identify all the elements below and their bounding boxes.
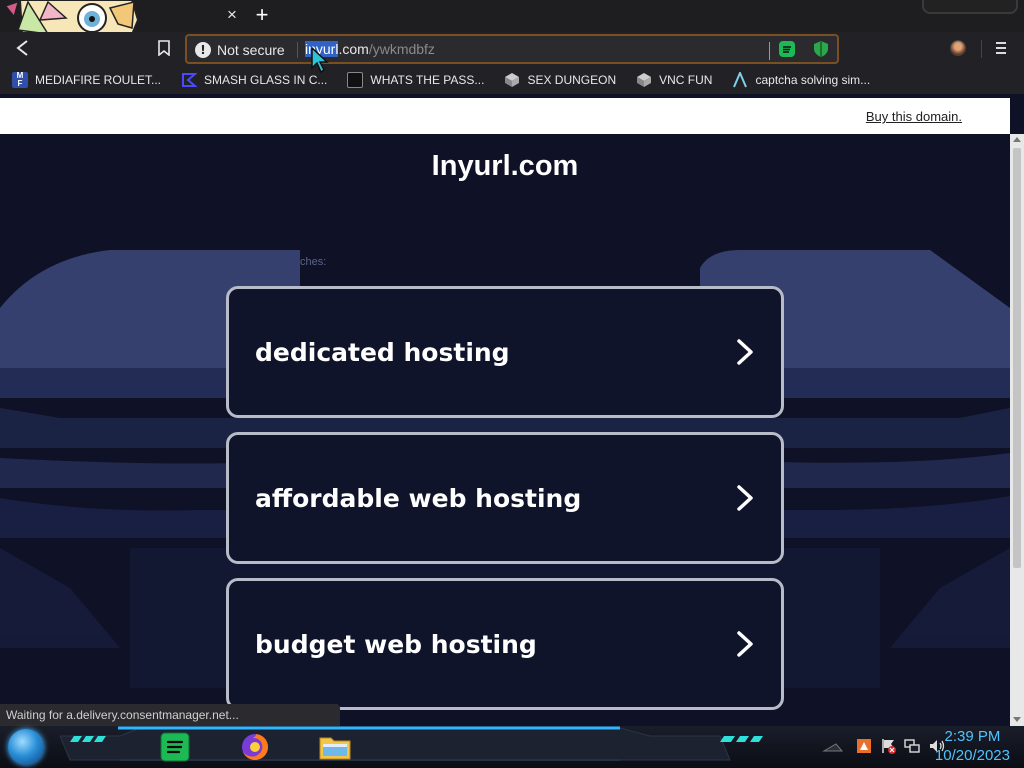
spotify-taskbar-button[interactable] <box>156 730 194 764</box>
screen: × + ! Not secure inyurl.com/ywkmdbfz M F… <box>0 0 1024 768</box>
show-hidden-icons-icon[interactable] <box>822 740 844 754</box>
bookmarks-bar: MF MEDIAFIRE ROULET... SMASH GLASS IN C.… <box>0 66 1024 94</box>
update-alert-icon[interactable] <box>856 738 872 754</box>
dungeon-icon <box>505 73 520 87</box>
captcha-icon <box>733 72 748 88</box>
bookmark-item[interactable]: WHATS THE PASS... <box>335 67 492 93</box>
card-label: affordable web hosting <box>255 483 582 513</box>
info-icon: ! <box>195 42 211 58</box>
bookmark-label: VNC FUN <box>659 73 713 87</box>
security-label: Not secure <box>217 42 285 58</box>
back-arrow-icon <box>16 40 28 56</box>
firefox-icon <box>242 734 268 760</box>
toolbar-divider <box>981 40 982 58</box>
mediafire-icon: MF <box>12 72 28 88</box>
clock-date: 10/20/2023 <box>934 747 1010 764</box>
page-scrollbar[interactable] <box>1010 134 1024 726</box>
vnc-icon <box>637 73 652 87</box>
omnibox-separator <box>297 42 298 58</box>
spotify-icon <box>160 732 190 762</box>
bookmark-label: MEDIAFIRE ROULET... <box>35 73 162 87</box>
window-frame-ornament <box>922 0 1018 14</box>
bookmark-item[interactable]: MF MEDIAFIRE ROULET... <box>0 67 169 93</box>
spotify-extension-icon[interactable] <box>779 41 795 57</box>
extensions-separator <box>769 42 770 60</box>
loading-status-text: Waiting for a.delivery.consentmanager.ne… <box>0 704 340 726</box>
file-explorer-taskbar-button[interactable] <box>316 730 354 764</box>
back-button[interactable] <box>14 39 32 57</box>
card-label: budget web hosting <box>255 629 537 659</box>
bookmark-item[interactable]: SEX DUNGEON <box>492 67 624 93</box>
url-path: /ywkmdbfz <box>368 41 435 57</box>
browser-toolbar: ! Not secure inyurl.com/ywkmdbfz <box>0 32 1024 66</box>
bookmark-label: captcha solving sim... <box>755 73 871 87</box>
bookmark-label: SEX DUNGEON <box>527 73 617 87</box>
chevron-right-icon <box>737 631 753 657</box>
profile-avatar[interactable] <box>950 40 966 56</box>
address-bar[interactable]: ! Not secure inyurl.com/ywkmdbfz <box>185 34 839 64</box>
tab-close-icon[interactable]: × <box>224 6 240 24</box>
mouse-cursor-icon <box>311 46 329 74</box>
web-page: Buy this domain. Inyurl.com ches: dedica… <box>0 98 1010 726</box>
search-result-card[interactable]: budget web hosting <box>226 578 784 710</box>
action-center-flag-icon[interactable] <box>880 738 896 754</box>
bookmark-item[interactable]: VNC FUN <box>624 67 720 93</box>
start-button[interactable] <box>8 729 44 765</box>
bookmark-label: SMASH GLASS IN C... <box>204 73 328 87</box>
domain-sale-bar: Buy this domain. <box>0 98 1010 134</box>
chevron-right-icon <box>737 485 753 511</box>
bookmark-page-button[interactable] <box>156 40 172 57</box>
bookmark-icon <box>158 40 170 57</box>
taskbar-clock[interactable]: 2:39 PM 10/20/2023 <box>935 727 1010 765</box>
search-result-card[interactable]: affordable web hosting <box>226 432 784 564</box>
bookmark-item[interactable]: captcha solving sim... <box>720 67 878 93</box>
smash-icon <box>182 73 198 87</box>
search-result-card[interactable]: dedicated hosting <box>226 286 784 418</box>
site-info-button[interactable]: ! Not secure <box>195 40 285 60</box>
folder-icon <box>319 737 351 760</box>
url-host-tld: .com <box>338 41 369 57</box>
chevron-right-icon <box>737 339 753 365</box>
new-tab-button[interactable]: + <box>252 4 272 26</box>
scroll-thumb[interactable] <box>1013 148 1021 568</box>
clock-time: 2:39 PM <box>944 728 1001 745</box>
bookmark-label: WHATS THE PASS... <box>370 73 485 87</box>
related-searches-label: ches: <box>300 256 327 268</box>
taskbar: 2:39 PM 10/20/2023 <box>0 726 1024 768</box>
network-icon[interactable] <box>904 738 920 754</box>
firefox-taskbar-button[interactable] <box>236 730 274 764</box>
buy-domain-link[interactable]: Buy this domain. <box>866 109 962 124</box>
page-title: Inyurl.com <box>431 150 579 182</box>
pass-icon <box>347 72 364 88</box>
browser-menu-icon[interactable] <box>996 39 1008 59</box>
tab-strip: × + <box>0 0 1024 64</box>
card-label: dedicated hosting <box>255 337 510 367</box>
taskbar-lights-decoration <box>722 736 763 742</box>
shield-extension-icon[interactable] <box>813 40 829 58</box>
scroll-up-icon[interactable] <box>1013 137 1021 142</box>
scroll-down-icon[interactable] <box>1013 717 1021 722</box>
system-tray: 2:39 PM 10/20/2023 <box>814 726 1024 768</box>
